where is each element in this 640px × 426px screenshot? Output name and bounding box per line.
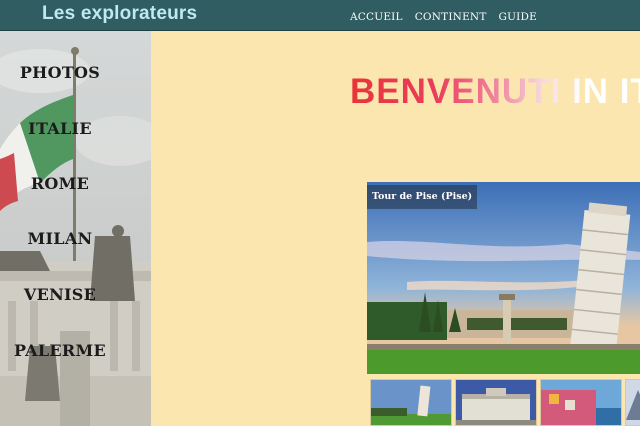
thumbnail-coast[interactable] — [540, 379, 622, 426]
nav-link-guide[interactable]: GUIDE — [499, 11, 537, 23]
sidebar-link-rome[interactable]: ROME — [0, 174, 120, 193]
sidebar-link-photos[interactable]: PHOTOS — [0, 63, 120, 82]
top-navbar: Les explorateurs ACCUEIL CONTINENT GUIDE — [0, 0, 640, 31]
photo-caption: Tour de Pise (Pise) — [367, 185, 478, 209]
sidebar-link-italie[interactable]: ITALIE — [0, 119, 120, 138]
thumbnail-rome[interactable] — [455, 379, 537, 426]
main-nav: ACCUEIL CONTINENT GUIDE — [350, 11, 537, 23]
thumbnail-strip — [367, 378, 640, 426]
site-brand[interactable]: Les explorateurs — [42, 3, 197, 25]
welcome-headline: BENVENUTI IN ITALIA — [350, 72, 640, 112]
main-photo — [367, 182, 640, 374]
thumbnail-pisa[interactable] — [370, 379, 452, 426]
sidebar-link-palerme[interactable]: PALERME — [0, 341, 120, 360]
sidebar-link-venise[interactable]: VENISE — [0, 285, 120, 304]
nav-link-accueil[interactable]: ACCUEIL — [350, 11, 403, 23]
sidebar-links: PHOTOS ITALIE ROME MILAN VENISE PALERME — [0, 31, 120, 426]
thumbnail-mountain[interactable] — [625, 379, 640, 426]
sidebar-link-milan[interactable]: MILAN — [0, 229, 120, 248]
sidebar: PHOTOS ITALIE ROME MILAN VENISE PALERME — [0, 31, 151, 426]
nav-link-continent[interactable]: CONTINENT — [415, 11, 487, 23]
